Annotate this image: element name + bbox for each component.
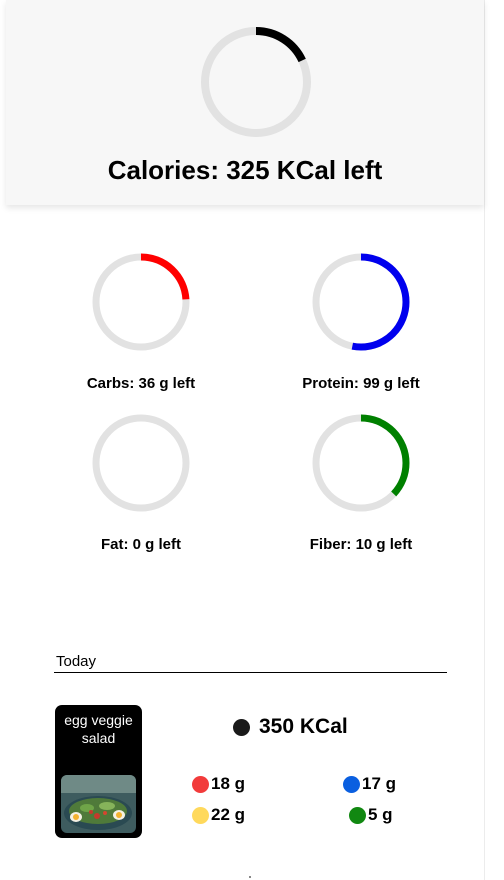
fat-dot-icon	[192, 806, 209, 824]
meal-carbs: 18 g	[192, 773, 245, 795]
protein-progress-ring	[312, 253, 410, 351]
calories-dot-icon	[233, 718, 250, 736]
meal-protein: 17 g	[343, 773, 396, 795]
calories-summary-card: Calories: 325 KCal left	[6, 0, 484, 205]
meal-fiber-value: 5 g	[368, 805, 393, 824]
calories-remaining-label: Calories: 325 KCal left	[107, 155, 383, 185]
fiber-remaining-label: Fiber: 10 g left	[309, 536, 413, 553]
scroll-indicator	[249, 876, 251, 878]
meal-fat: 22 g	[192, 804, 245, 826]
fat-progress-ring	[92, 414, 190, 512]
meal-carbs-value: 18 g	[211, 774, 246, 793]
meal-photo	[61, 775, 136, 833]
meal-fiber: 5 g	[349, 804, 393, 826]
protein-dot-icon	[343, 775, 360, 793]
carbs-dot-icon	[192, 775, 209, 793]
calories-progress-ring	[201, 27, 311, 137]
meal-name: egg veggie salad	[64, 712, 133, 746]
carbs-remaining-label: Carbs: 36 g left	[86, 375, 196, 392]
meal-calories-value: 350 KCal	[259, 715, 348, 738]
meal-calories: 350 KCal	[233, 713, 348, 741]
meal-fat-value: 22 g	[211, 805, 246, 824]
page-edge	[484, 0, 485, 880]
protein-remaining-label: Protein: 99 g left	[302, 375, 420, 392]
fiber-progress-ring	[312, 414, 410, 512]
meal-card[interactable]: egg veggie salad	[55, 705, 142, 838]
meal-protein-value: 17 g	[362, 774, 397, 793]
fat-remaining-label: Fat: 0 g left	[100, 536, 181, 553]
carbs-progress-ring	[92, 253, 190, 351]
fiber-dot-icon	[349, 806, 366, 824]
today-heading: Today	[56, 653, 97, 670]
today-divider	[54, 672, 447, 673]
